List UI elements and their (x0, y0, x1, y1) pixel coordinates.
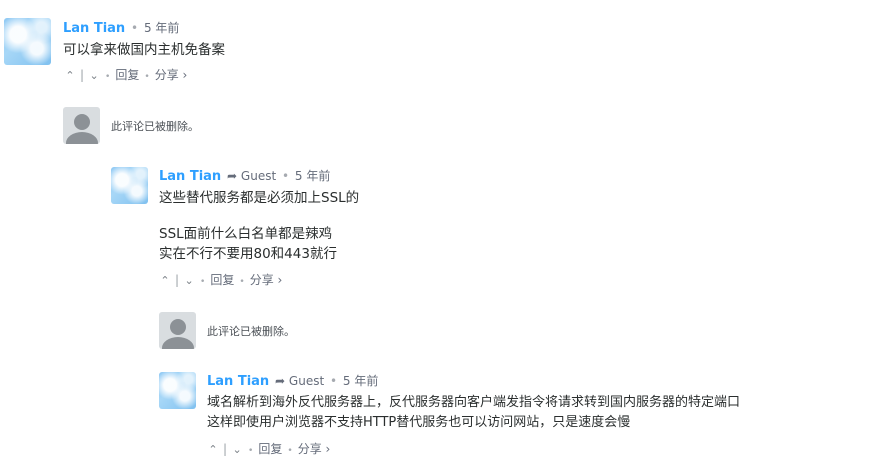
share-button[interactable]: 分享 › (155, 66, 188, 83)
comment-text: 可以拿来做国内主机免备案 (63, 40, 225, 60)
reply-arrow-icon: ➦ (275, 374, 286, 388)
separator-dot: • (330, 374, 338, 388)
comment-2: Lan Tian ➦ Guest • 5 年前 这些替代服务都是必须加上SSL的… (111, 167, 851, 292)
avatar[interactable] (111, 167, 148, 204)
comment-1: Lan Tian • 5 年前 可以拿来做国内主机免备案 ⌃ | ⌄ • 回复 • 分享 › (4, 18, 864, 88)
author-name[interactable]: Lan Tian (63, 21, 125, 36)
upvote-icon[interactable]: ⌃ (207, 443, 219, 456)
comment-line: 可以拿来做国内主机免备案 (63, 42, 225, 58)
separator-dot: • (282, 169, 290, 183)
upvote-icon[interactable]: ⌃ (64, 69, 76, 82)
comment-line: 这样即使用户浏览器不支持HTTP替代服务也可以访问网站，只是速度会慢 (207, 415, 631, 430)
separator-dot: • (239, 277, 245, 287)
deleted-notice: 此评论已被删除。 (111, 120, 199, 133)
comment-actions: ⌃ | ⌄ • 回复 • 分享 › (207, 440, 330, 457)
upvote-icon[interactable]: ⌃ (159, 274, 171, 287)
comment-text: 这些替代服务都是必须加上SSL的 SSL面前什么白名单都是辣鸡 实在不行不要用8… (159, 188, 359, 264)
reply-target[interactable]: Guest (289, 374, 324, 388)
share-button[interactable]: 分享 › (298, 440, 331, 457)
downvote-icon[interactable]: ⌄ (231, 443, 243, 456)
author-name[interactable]: Lan Tian (207, 374, 269, 389)
divider: | (223, 442, 228, 456)
reply-button[interactable]: 回复 (210, 271, 234, 288)
comment-actions: ⌃ | ⌄ • 回复 • 分享 › (64, 66, 187, 83)
comment-meta: Lan Tian ➦ Guest • 5 年前 (159, 167, 330, 184)
comment-line: 域名解析到海外反代服务器上，反代服务器向客户端发指令将请求转到国内服务器的特定端… (207, 395, 741, 410)
downvote-icon[interactable]: ⌄ (88, 69, 100, 82)
avatar-placeholder (63, 107, 100, 144)
divider: | (175, 273, 180, 287)
timestamp[interactable]: 5 年前 (343, 374, 378, 388)
comment-line: 这些替代服务都是必须加上SSL的 (159, 190, 360, 206)
avatar[interactable] (159, 372, 196, 409)
separator-dot: • (131, 21, 139, 35)
deleted-comment-2: 此评论已被删除。 (159, 312, 559, 349)
comment-line: SSL面前什么白名单都是辣鸡 (159, 226, 333, 242)
reply-target[interactable]: Guest (241, 169, 276, 183)
comment-meta: Lan Tian • 5 年前 (63, 19, 179, 36)
deleted-notice: 此评论已被删除。 (207, 325, 295, 338)
comment-meta: Lan Tian ➦ Guest • 5 年前 (207, 372, 378, 389)
comment-actions: ⌃ | ⌄ • 回复 • 分享 › (159, 271, 282, 288)
comment-3: Lan Tian ➦ Guest • 5 年前 域名解析到海外反代服务器上，反代… (159, 372, 865, 462)
reply-button[interactable]: 回复 (115, 66, 139, 83)
timestamp[interactable]: 5 年前 (295, 169, 330, 183)
timestamp[interactable]: 5 年前 (144, 21, 179, 35)
deleted-comment-1: 此评论已被删除。 (63, 107, 463, 144)
separator-dot: • (248, 446, 254, 456)
comment-line (159, 208, 359, 224)
divider: | (80, 68, 85, 82)
reply-button[interactable]: 回复 (258, 440, 282, 457)
avatar[interactable] (4, 18, 51, 65)
share-button[interactable]: 分享 › (250, 271, 283, 288)
separator-dot: • (144, 72, 150, 82)
comment-line: 实在不行不要用80和443就行 (159, 246, 337, 262)
reply-arrow-icon: ➦ (227, 169, 238, 183)
avatar-placeholder (159, 312, 196, 349)
separator-dot: • (287, 446, 293, 456)
comment-text: 域名解析到海外反代服务器上，反代服务器向客户端发指令将请求转到国内服务器的特定端… (207, 393, 740, 433)
separator-dot: • (200, 277, 206, 287)
author-name[interactable]: Lan Tian (159, 169, 221, 184)
downvote-icon[interactable]: ⌄ (183, 274, 195, 287)
separator-dot: • (105, 72, 111, 82)
